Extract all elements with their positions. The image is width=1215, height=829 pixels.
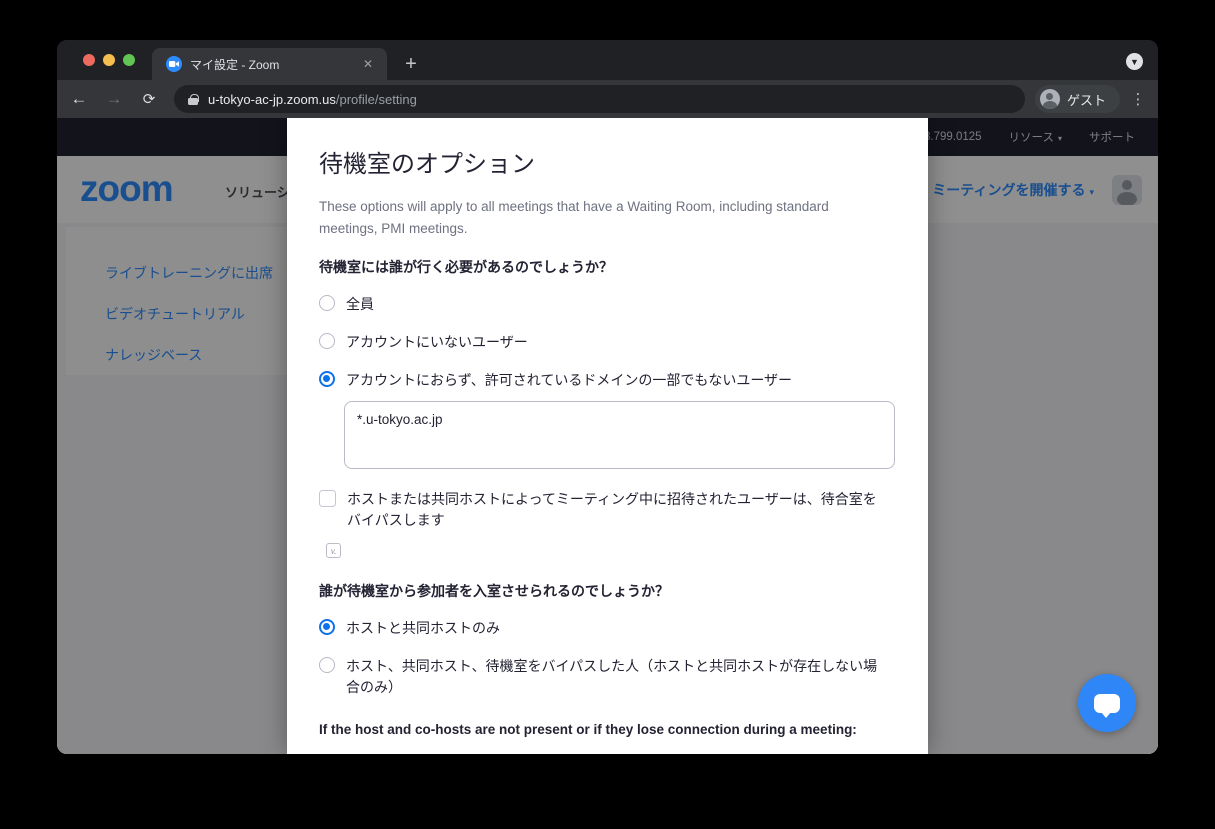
- question-host-not-present: If the host and co-hosts are not present…: [319, 722, 896, 737]
- radio-option-users-not-in-account[interactable]: アカウントにいないユーザー: [319, 332, 896, 353]
- window-controls: [83, 54, 135, 66]
- question-who-goes-to-waiting-room: 待機室には誰が行く必要があるのでしょうか？: [319, 257, 896, 277]
- forward-icon[interactable]: →: [101, 86, 127, 112]
- radio-icon[interactable]: [319, 657, 335, 673]
- question-who-admits-participants: 誰が待機室から参加者を入室させられるのでしょうか？: [319, 581, 896, 601]
- close-window-button[interactable]: [83, 54, 95, 66]
- checkbox-icon[interactable]: [319, 490, 336, 507]
- zoom-favicon-icon: [166, 56, 182, 72]
- radio-option-host-cohosts-bypassed[interactable]: ホスト、共同ホスト、待機室をバイパスした人（ホストと共同ホストが存在しない場合の…: [319, 656, 896, 698]
- chat-widget-button[interactable]: [1078, 674, 1136, 732]
- browser-window: マイ設定 - Zoom ✕ + ▼ ← → ⟳ u-tokyo-ac-jp.zo…: [57, 40, 1158, 754]
- maximize-window-button[interactable]: [123, 54, 135, 66]
- radio-icon[interactable]: [319, 295, 335, 311]
- tab-title: マイ設定 - Zoom: [190, 56, 359, 73]
- radio-option-users-not-in-account-or-domains[interactable]: アカウントにおらず、許可されているドメインの一部でもないユーザー: [319, 370, 896, 391]
- bypass-waiting-room-checkbox-row[interactable]: ホストまたは共同ホストによってミーティング中に招待されたユーザーは、待合室をバイ…: [319, 489, 896, 531]
- page-viewport: 888.799.0125 リソース▾ サポート zoom ソリューション ミーテ…: [57, 118, 1158, 754]
- chrome-update-chevron-icon[interactable]: ▼: [1126, 53, 1143, 70]
- url-path: /profile/setting: [336, 92, 417, 107]
- radio-icon[interactable]: [319, 333, 335, 349]
- radio-option-everyone[interactable]: 全員: [319, 294, 896, 315]
- tab-close-icon[interactable]: ✕: [359, 55, 377, 73]
- browser-toolbar: ← → ⟳ u-tokyo-ac-jp.zoom.us/profile/sett…: [57, 80, 1158, 118]
- profile-button[interactable]: ゲスト: [1035, 85, 1120, 113]
- waiting-room-options-modal: 待機室のオプション These options will apply to al…: [287, 118, 928, 754]
- chat-bubble-icon: [1094, 694, 1120, 713]
- modal-title: 待機室のオプション: [319, 144, 896, 179]
- broken-image-icon: v.: [326, 543, 341, 558]
- modal-description: These options will apply to all meetings…: [319, 196, 864, 240]
- address-bar[interactable]: u-tokyo-ac-jp.zoom.us/profile/setting: [174, 85, 1025, 113]
- guest-avatar-icon: [1040, 89, 1060, 109]
- browser-tab[interactable]: マイ設定 - Zoom ✕: [152, 48, 387, 80]
- minimize-window-button[interactable]: [103, 54, 115, 66]
- radio-option-host-cohosts-only[interactable]: ホストと共同ホストのみ: [319, 618, 896, 639]
- radio-selected-icon[interactable]: [319, 371, 335, 387]
- new-tab-button[interactable]: +: [397, 50, 425, 78]
- radio-selected-icon[interactable]: [319, 619, 335, 635]
- lock-icon: [188, 94, 198, 105]
- browser-menu-icon[interactable]: ⋮: [1126, 87, 1150, 111]
- allowed-domains-input[interactable]: *.u-tokyo.ac.jp: [344, 401, 895, 469]
- back-icon[interactable]: ←: [66, 86, 92, 112]
- tab-strip: マイ設定 - Zoom ✕ + ▼: [57, 40, 1158, 80]
- reload-icon[interactable]: ⟳: [136, 86, 162, 112]
- guest-label: ゲスト: [1067, 90, 1106, 109]
- url-domain: u-tokyo-ac-jp.zoom.us: [208, 92, 336, 107]
